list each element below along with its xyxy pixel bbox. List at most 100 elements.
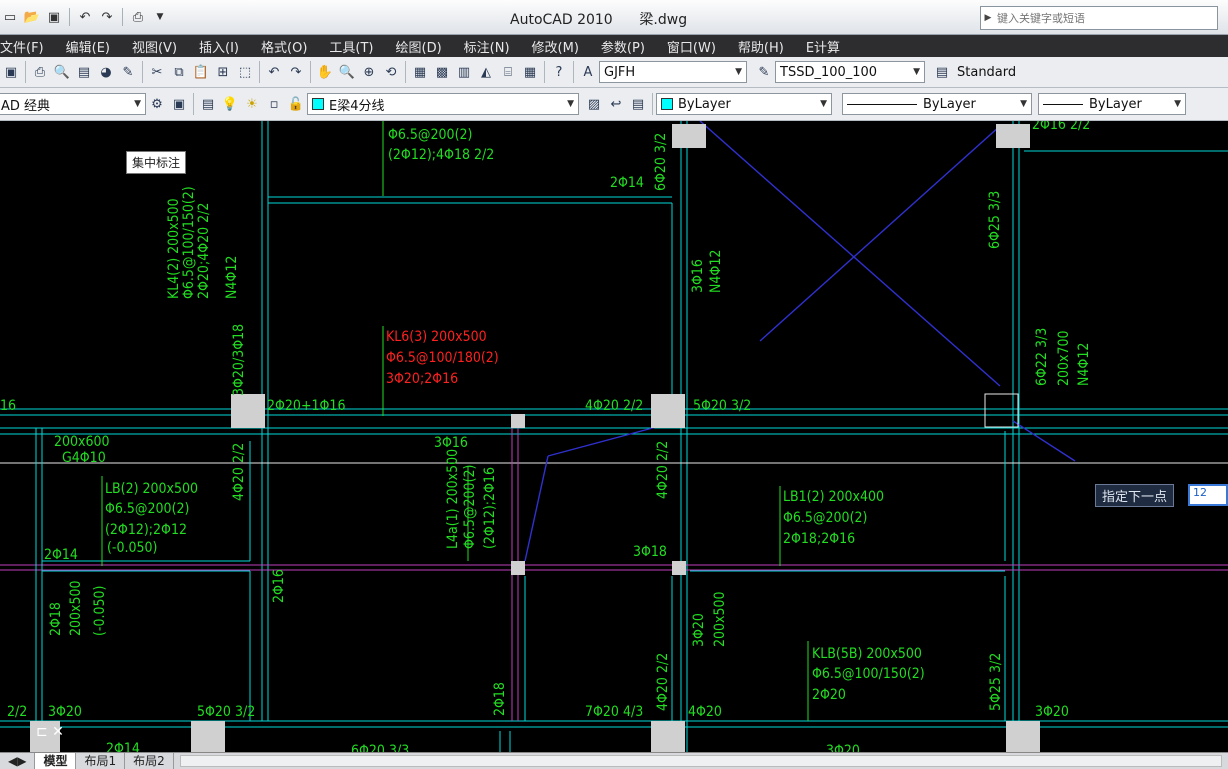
rebar-label: 4Φ20 2/2: [585, 398, 643, 414]
layer-states-icon[interactable]: ▤: [627, 93, 649, 115]
layer-on-icon[interactable]: 💡: [219, 93, 241, 115]
menu-dimension[interactable]: 标注(N): [464, 37, 510, 56]
menu-modify[interactable]: 修改(M): [532, 37, 579, 56]
dynamic-input-field[interactable]: 12: [1188, 484, 1228, 506]
menu-tools[interactable]: 工具(T): [329, 37, 373, 56]
menu-parameter[interactable]: 参数(P): [601, 37, 645, 56]
rebar-label: 2/2: [7, 704, 27, 720]
menu-view[interactable]: 视图(V): [132, 37, 177, 56]
color-select[interactable]: ByLayer ▼: [656, 93, 832, 115]
search-box[interactable]: ▶: [980, 6, 1218, 30]
save-icon[interactable]: ▣: [44, 7, 64, 27]
dim-style-value: TSSD_100_100: [780, 64, 878, 80]
redo-icon[interactable]: ↷: [285, 61, 307, 83]
layout-tabs: ◀▶ 模型 布局1 布局2: [0, 752, 1228, 769]
rebar-label: KL6(3) 200x500: [386, 329, 487, 345]
chevron-right-icon[interactable]: ▶: [981, 13, 995, 23]
save-icon[interactable]: ▣: [0, 61, 22, 83]
tab-nav-icon[interactable]: ◀▶: [0, 753, 36, 769]
dim-style-select[interactable]: TSSD_100_100 ▼: [775, 61, 925, 83]
new-icon[interactable]: ▭: [0, 7, 20, 27]
3d-dwf-icon[interactable]: ◕: [95, 61, 117, 83]
plot-icon[interactable]: ✎: [117, 61, 139, 83]
zoom-previous-icon[interactable]: ⟲: [380, 61, 402, 83]
rebar-label: 200x700: [1056, 330, 1072, 386]
make-current-layer-icon[interactable]: ▨: [583, 93, 605, 115]
rebar-label: Φ6.5@200(2): [462, 465, 478, 549]
menu-edit[interactable]: 编辑(E): [66, 37, 110, 56]
layer-manager-icon[interactable]: ▤: [197, 93, 219, 115]
layer-lock-icon[interactable]: 🔓: [285, 93, 307, 115]
column: [651, 394, 685, 428]
app-name: AutoCAD 2010: [510, 12, 613, 28]
design-center-icon[interactable]: ▩: [431, 61, 453, 83]
text-style-select[interactable]: GJFH ▼: [599, 61, 747, 83]
rebar-label: LB1(2) 200x400: [783, 489, 884, 505]
table-style-select[interactable]: Standard: [953, 61, 1053, 83]
lineweight-select[interactable]: ByLayer ▼: [1038, 93, 1186, 115]
open-icon[interactable]: 📂: [22, 7, 42, 27]
layer-vp-icon[interactable]: ▫: [263, 93, 285, 115]
copy-icon[interactable]: ⧉: [168, 61, 190, 83]
divider: [259, 61, 260, 83]
zoom-realtime-icon[interactable]: 🔍: [336, 61, 358, 83]
rebar-label: 200x500: [68, 580, 84, 636]
tab-layout1[interactable]: 布局1: [76, 753, 126, 769]
horizontal-scrollbar[interactable]: [179, 755, 1222, 767]
menu-insert[interactable]: 插入(I): [199, 37, 239, 56]
table-style-icon[interactable]: ▤: [931, 61, 953, 83]
print-icon[interactable]: ⎙: [128, 7, 148, 27]
rebar-label: (-0.050): [107, 540, 157, 556]
chevron-down-icon[interactable]: ▼: [150, 7, 170, 27]
rebar-label: Φ6.5@200(2): [105, 501, 189, 517]
menu-format[interactable]: 格式(O): [261, 37, 307, 56]
sheet-set-icon[interactable]: ◭: [475, 61, 497, 83]
workspace-settings-icon[interactable]: ▣: [168, 93, 190, 115]
rebar-label: Φ6.5@100/180(2): [386, 350, 499, 366]
rebar-label: 6Φ20 3/3: [351, 743, 409, 752]
divider: [193, 93, 194, 115]
text-style-icon[interactable]: A: [577, 61, 599, 83]
tool-palettes-icon[interactable]: ▥: [453, 61, 475, 83]
print-icon[interactable]: ⎙: [29, 61, 51, 83]
calculator-icon[interactable]: ▦: [519, 61, 541, 83]
rebar-label: 3Φ20: [48, 704, 82, 720]
help-icon[interactable]: ?: [548, 61, 570, 83]
undo-icon[interactable]: ↶: [75, 7, 95, 27]
properties-icon[interactable]: ▦: [409, 61, 431, 83]
paste-icon[interactable]: 📋: [190, 61, 212, 83]
layer-previous-icon[interactable]: ↩: [605, 93, 627, 115]
zoom-window-icon[interactable]: ⊕: [358, 61, 380, 83]
menu-ecalc[interactable]: E计算: [806, 37, 840, 56]
pan-icon[interactable]: ✋: [314, 61, 336, 83]
layer-freeze-icon[interactable]: ☀: [241, 93, 263, 115]
menu-draw[interactable]: 绘图(D): [396, 37, 442, 56]
drawing-canvas[interactable]: Φ6.5@200(2) (2Φ12);4Φ18 2/2 2Φ14 6Φ20 3/2 KL…: [0, 121, 1228, 752]
rebar-label: N4Φ12: [708, 250, 724, 293]
search-input[interactable]: [995, 10, 1199, 26]
tab-layout2[interactable]: 布局2: [125, 753, 174, 769]
title-bar: ▭ 📂 ▣ ↶ ↷ ⎙ ▼ AutoCAD 2010 梁.dwg ▶: [0, 0, 1228, 35]
rebar-label: 2Φ18: [48, 602, 64, 636]
menu-file[interactable]: 文件(F): [0, 37, 44, 56]
block-editor-icon[interactable]: ⬚: [234, 61, 256, 83]
linetype-select[interactable]: ByLayer ▼: [842, 93, 1032, 115]
menu-help[interactable]: 帮助(H): [738, 37, 784, 56]
layer-select[interactable]: E梁4分线 ▼: [307, 93, 579, 115]
tab-model[interactable]: 模型: [35, 753, 77, 769]
gear-icon[interactable]: ⚙: [146, 93, 168, 115]
undo-icon[interactable]: ↶: [263, 61, 285, 83]
workspace-select[interactable]: AD 经典 ▼: [0, 93, 146, 115]
column: [996, 124, 1030, 148]
menu-window[interactable]: 窗口(W): [667, 37, 716, 56]
redo-icon[interactable]: ↷: [97, 7, 117, 27]
dim-style-icon[interactable]: ✎: [753, 61, 775, 83]
match-properties-icon[interactable]: ⊞: [212, 61, 234, 83]
chevron-down-icon: ▼: [820, 99, 827, 109]
cut-icon[interactable]: ✂: [146, 61, 168, 83]
publish-icon[interactable]: ▤: [73, 61, 95, 83]
diagonal-line: [524, 455, 549, 562]
divider: [652, 93, 653, 115]
markup-icon[interactable]: ⌸: [497, 61, 519, 83]
print-preview-icon[interactable]: 🔍: [51, 61, 73, 83]
